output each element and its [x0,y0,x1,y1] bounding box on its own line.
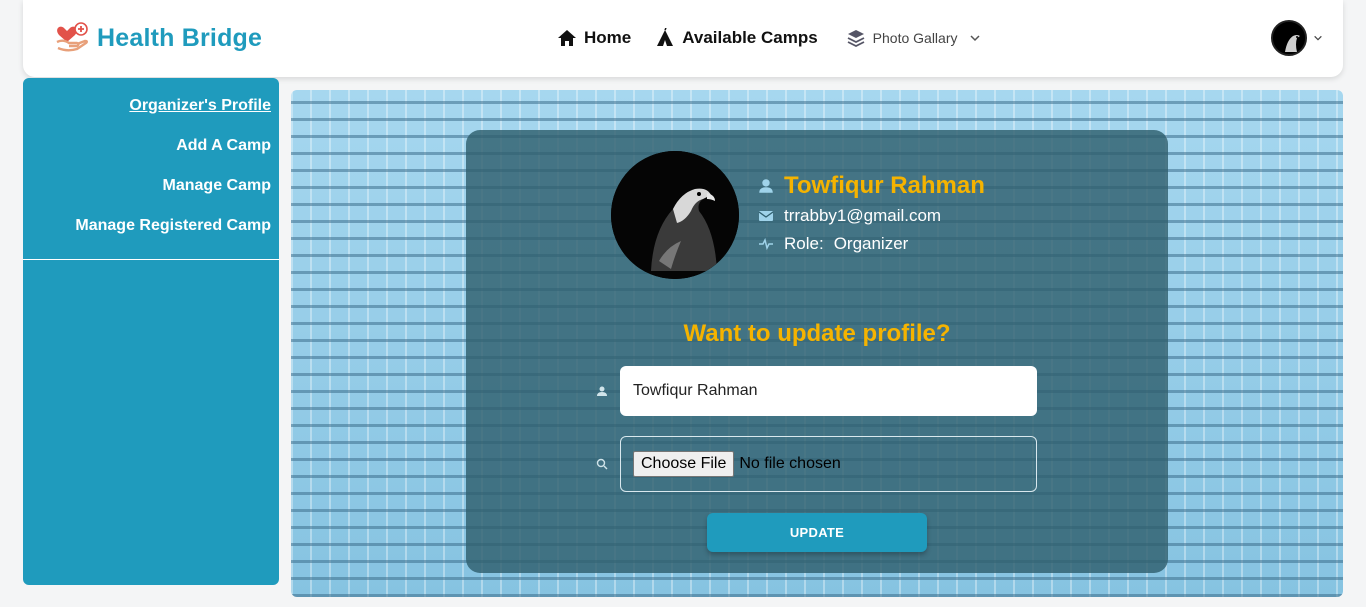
nav-available-camps[interactable]: Available Camps [655,28,818,48]
nav-photo-gallery-label: Photo Gallary [872,30,958,46]
choose-file-button[interactable]: Choose File [633,451,735,477]
sidebar-item-manage-camp[interactable]: Manage Camp [23,176,279,216]
update-profile-heading: Want to update profile? [683,320,951,347]
chevron-down-icon [969,35,980,42]
nav-home-label: Home [584,28,632,47]
profile-photo [611,151,739,279]
layers-icon [847,30,865,48]
search-icon [596,458,608,470]
nav-home[interactable]: Home [557,28,631,48]
photo-field-row: Choose File No file chosen [596,436,1037,492]
sidebar-menu: Organizer's Profile Add A Camp Manage Ca… [23,78,279,260]
main-nav: Home Available Camps Photo Gallary [557,28,1005,48]
avatar [1271,20,1307,56]
profile-name-row: Towfiqur Rahman [758,172,985,200]
profile-email-row: trrabby1@gmail.com [758,206,985,226]
mail-icon [758,211,774,221]
profile-role: Organizer [833,234,909,253]
photo-file-input: Choose File No file chosen [620,436,1037,492]
top-navbar: Health Bridge Home Available Camps Photo… [23,0,1343,77]
nav-available-camps-label: Available Camps [682,28,818,47]
pulse-icon [759,237,773,251]
profile-name: Towfiqur Rahman [784,172,985,199]
sidebar-item-organizers-profile[interactable]: Organizer's Profile [23,96,279,136]
eagle-profile-image [611,151,739,279]
profile-content-area: Towfiqur Rahman trrabby1@gmail.com Role:… [291,90,1343,597]
profile-info: Towfiqur Rahman trrabby1@gmail.com Role:… [758,172,985,254]
profile-card: Towfiqur Rahman trrabby1@gmail.com Role:… [466,130,1168,573]
profile-role-row: Role: Organizer [758,234,985,254]
nav-photo-gallery[interactable]: Photo Gallary [846,28,981,48]
profile-email: trrabby1@gmail.com [784,206,942,225]
user-menu[interactable] [1271,20,1323,56]
file-status: No file chosen [739,455,841,472]
brand-name: Health Bridge [97,23,263,52]
update-button[interactable]: UPDATE [707,513,927,552]
tent-icon [657,28,674,46]
brand-logo[interactable]: Health Bridge [55,22,262,54]
name-input[interactable] [620,366,1037,416]
user-icon [759,179,773,193]
home-icon [558,30,576,46]
chevron-down-icon [1314,35,1322,41]
user-icon [597,386,607,396]
sidebar-item-manage-registered-camp[interactable]: Manage Registered Camp [23,216,279,256]
heart-hand-icon [56,22,88,52]
eagle-avatar-image [1273,22,1305,54]
name-field-row [596,366,1037,416]
profile-role-label: Role: [784,234,824,253]
sidebar-item-add-a-camp[interactable]: Add A Camp [23,136,279,176]
dashboard-sidebar: Organizer's Profile Add A Camp Manage Ca… [23,78,279,585]
